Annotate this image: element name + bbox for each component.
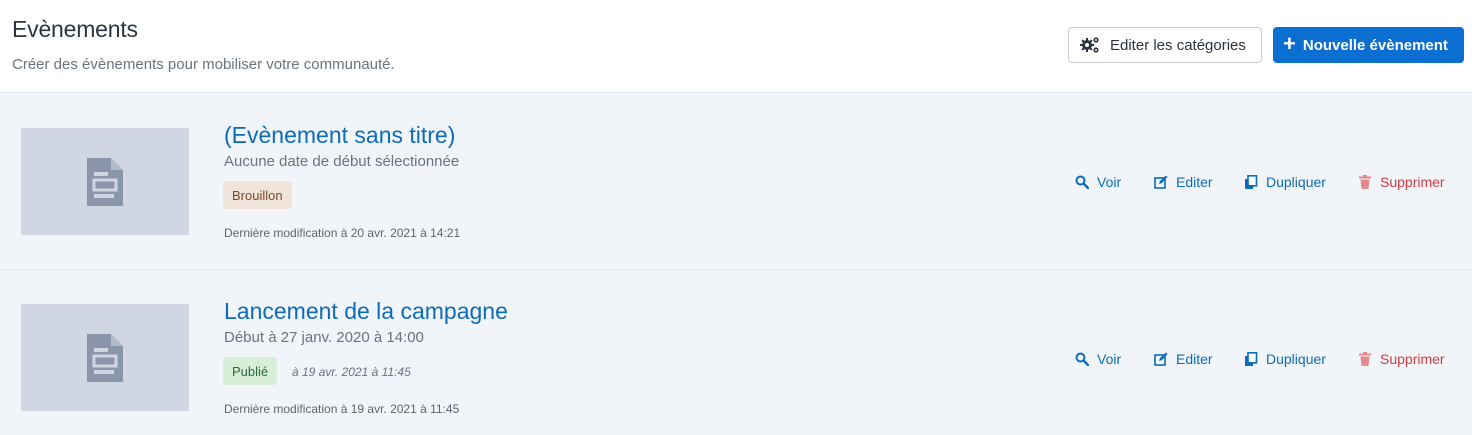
event-row: Lancement de la campagne Début à 27 janv… bbox=[0, 270, 1472, 435]
edit-categories-button[interactable]: Editer les catégories bbox=[1068, 27, 1262, 63]
view-button[interactable]: Voir bbox=[1075, 351, 1121, 367]
gears-icon bbox=[1079, 35, 1101, 55]
edit-label: Editer bbox=[1176, 351, 1213, 367]
last-modified: Dernière modification à 19 avr. 2021 à 1… bbox=[224, 402, 460, 416]
event-date: Début à 27 janv. 2020 à 14:00 bbox=[224, 329, 424, 346]
trash-icon bbox=[1358, 175, 1372, 189]
plus-icon: + bbox=[1283, 31, 1296, 56]
copy-icon bbox=[1244, 352, 1258, 366]
new-event-label: Nouvelle évènement bbox=[1302, 36, 1448, 54]
edit-button[interactable]: Editer bbox=[1154, 174, 1213, 190]
events-list: (Evènement sans titre) Aucune date de dé… bbox=[0, 94, 1472, 435]
document-icon bbox=[87, 157, 123, 206]
event-title-link[interactable]: (Evènement sans titre) bbox=[224, 122, 455, 149]
view-label: Voir bbox=[1097, 174, 1122, 190]
event-title-link[interactable]: Lancement de la campagne bbox=[224, 298, 508, 325]
page-title: Evènements bbox=[12, 16, 138, 42]
copy-icon bbox=[1244, 175, 1258, 189]
status-badge: Publié bbox=[223, 357, 278, 385]
delete-button[interactable]: Supprimer bbox=[1358, 351, 1445, 367]
edit-categories-label: Editer les catégories bbox=[1110, 36, 1246, 54]
event-thumbnail bbox=[21, 304, 189, 411]
duplicate-button[interactable]: Dupliquer bbox=[1244, 351, 1326, 367]
delete-label: Supprimer bbox=[1380, 174, 1445, 190]
trash-icon bbox=[1358, 352, 1372, 366]
status-badge: Brouillon bbox=[223, 181, 292, 209]
new-event-button[interactable]: + Nouvelle évènement bbox=[1273, 27, 1464, 63]
duplicate-label: Dupliquer bbox=[1266, 351, 1326, 367]
event-date: Aucune date de début sélectionnée bbox=[224, 153, 460, 170]
search-icon bbox=[1075, 175, 1089, 189]
pencil-icon bbox=[1154, 175, 1168, 189]
published-date: à 19 avr. 2021 à 11:45 bbox=[292, 365, 411, 379]
pencil-icon bbox=[1154, 352, 1168, 366]
document-icon bbox=[87, 333, 123, 382]
delete-button[interactable]: Supprimer bbox=[1358, 174, 1445, 190]
delete-label: Supprimer bbox=[1380, 351, 1445, 367]
view-label: Voir bbox=[1097, 351, 1122, 367]
edit-button[interactable]: Editer bbox=[1154, 351, 1213, 367]
edit-label: Editer bbox=[1176, 174, 1213, 190]
duplicate-button[interactable]: Dupliquer bbox=[1244, 174, 1326, 190]
event-thumbnail bbox=[21, 128, 189, 235]
search-icon bbox=[1075, 352, 1089, 366]
duplicate-label: Dupliquer bbox=[1266, 174, 1326, 190]
last-modified: Dernière modification à 20 avr. 2021 à 1… bbox=[224, 226, 461, 240]
page-subtitle: Créer des évènements pour mobiliser votr… bbox=[12, 56, 395, 73]
event-row: (Evènement sans titre) Aucune date de dé… bbox=[0, 94, 1472, 270]
page-header: Evènements Créer des évènements pour mob… bbox=[0, 0, 1472, 93]
view-button[interactable]: Voir bbox=[1075, 174, 1121, 190]
